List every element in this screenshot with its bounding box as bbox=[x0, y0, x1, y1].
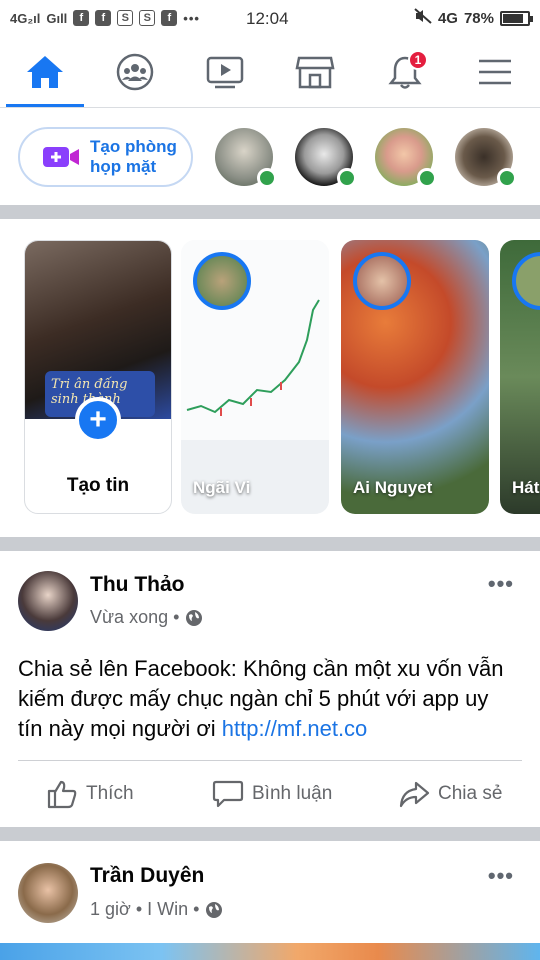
share-label: Chia sẻ bbox=[438, 783, 503, 804]
create-story-card[interactable]: Tri ân đấng sinh thành + Tạo tin bbox=[24, 240, 172, 514]
status-left: 4G₂ıl Gıll f f S S f ••• bbox=[10, 10, 200, 26]
create-room-button[interactable]: Tạo phòng họp mặt bbox=[18, 126, 193, 187]
avatar[interactable] bbox=[18, 863, 78, 923]
stories-tray: Tri ân đấng sinh thành + Tạo tin Ngãi Vi… bbox=[0, 219, 540, 537]
story-author-name: Ai Nguyet bbox=[353, 478, 433, 497]
feed-post: Trần Duyên 1 giờ • I Win • ••• bbox=[0, 841, 540, 943]
more-options-icon[interactable]: ••• bbox=[488, 571, 514, 597]
feed-post: Thu Thảo Vừa xong • ••• Chia sẻ lên Face… bbox=[0, 551, 540, 827]
globe-icon bbox=[206, 901, 223, 918]
online-indicator bbox=[337, 167, 357, 188]
comment-button[interactable]: Bình luận bbox=[212, 779, 332, 809]
top-navigation: 1 bbox=[0, 36, 540, 108]
tab-marketplace[interactable] bbox=[270, 36, 360, 107]
more-options-icon[interactable]: ••• bbox=[488, 863, 514, 889]
battery-icon bbox=[500, 10, 533, 26]
story-card[interactable]: Hát bbox=[500, 240, 540, 514]
story-author-name: Hát bbox=[512, 478, 540, 497]
notification-badge: 1 bbox=[408, 50, 428, 70]
create-story-image: Tri ân đấng sinh thành bbox=[25, 241, 171, 419]
create-story-label: Tạo tin bbox=[66, 475, 130, 496]
section-separator bbox=[0, 205, 540, 219]
s-app-icon: S bbox=[117, 10, 134, 26]
tab-menu[interactable] bbox=[450, 36, 540, 107]
story-author-avatar bbox=[193, 252, 251, 310]
post-text: Chia sẻ lên Facebook: Không cần một xu v… bbox=[18, 656, 504, 741]
status-bar: 4G₂ıl Gıll f f S S f ••• 12:04 4G 78% bbox=[0, 0, 540, 36]
globe-icon bbox=[186, 609, 203, 626]
post-meta: Vừa xong • bbox=[90, 607, 203, 628]
post-actions: Thích Bình luận Chia sẻ bbox=[0, 761, 540, 827]
comment-label: Bình luận bbox=[252, 783, 333, 804]
network-type: 4G bbox=[437, 9, 458, 27]
tab-watch[interactable] bbox=[180, 36, 270, 107]
battery-percent: 78% bbox=[463, 9, 494, 27]
home-icon bbox=[27, 55, 63, 88]
online-indicator bbox=[497, 167, 517, 188]
online-indicator bbox=[257, 167, 277, 188]
story-card[interactable]: Ai Nguyet bbox=[341, 240, 489, 514]
facebook-notification-icon: f bbox=[161, 10, 178, 26]
room-contact-avatar[interactable] bbox=[455, 127, 517, 188]
post-link[interactable]: http://mf.net.co bbox=[222, 716, 368, 741]
tab-notifications[interactable]: 1 bbox=[360, 36, 450, 107]
avatar[interactable] bbox=[18, 571, 78, 631]
post-author-name[interactable]: Trần Duyên bbox=[90, 864, 204, 888]
room-contact-avatar[interactable] bbox=[295, 127, 357, 188]
groups-icon bbox=[116, 53, 154, 90]
s-app-icon: S bbox=[139, 10, 156, 26]
like-label: Thích bbox=[86, 783, 134, 804]
thumbs-up-icon bbox=[47, 780, 77, 809]
video-icon bbox=[206, 56, 244, 88]
room-contact-avatar[interactable] bbox=[215, 127, 277, 188]
share-arrow-icon bbox=[399, 781, 430, 808]
signal-indicator: 4G₂ıl bbox=[10, 10, 41, 26]
facebook-notification-icon: f bbox=[73, 10, 90, 26]
hamburger-icon bbox=[479, 59, 511, 84]
post-author-name[interactable]: Thu Thảo bbox=[90, 573, 184, 597]
section-separator bbox=[0, 537, 540, 551]
room-contact-avatar[interactable] bbox=[375, 127, 437, 188]
signal-indicator-2: Gıll bbox=[46, 10, 68, 26]
add-story-icon[interactable]: + bbox=[75, 397, 121, 443]
status-time: 12:04 bbox=[246, 9, 289, 28]
post-timestamp[interactable]: 1 giờ • I Win • bbox=[90, 899, 199, 920]
post-image-preview bbox=[0, 943, 540, 960]
mute-icon bbox=[414, 8, 432, 28]
post-timestamp[interactable]: Vừa xong • bbox=[90, 607, 179, 628]
more-notifications-icon: ••• bbox=[183, 10, 200, 26]
battery-level bbox=[503, 13, 524, 23]
section-separator bbox=[0, 827, 540, 841]
online-indicator bbox=[417, 167, 437, 188]
tab-home[interactable] bbox=[0, 36, 90, 107]
video-camera-plus-icon bbox=[43, 146, 79, 167]
comment-icon bbox=[212, 780, 244, 808]
story-card[interactable]: Ngãi Vi bbox=[181, 240, 329, 514]
story-author-avatar bbox=[353, 252, 411, 310]
tab-groups[interactable] bbox=[90, 36, 180, 107]
create-room-label: Tạo phòng họp mặt bbox=[90, 136, 177, 176]
rooms-row: Tạo phòng họp mặt bbox=[0, 108, 540, 205]
marketplace-icon bbox=[295, 56, 335, 88]
story-author-name: Ngãi Vi bbox=[193, 478, 251, 497]
post-meta: 1 giờ • I Win • bbox=[90, 899, 223, 920]
status-right: 4G 78% bbox=[414, 8, 533, 28]
story-author-avatar bbox=[512, 252, 540, 310]
like-button[interactable]: Thích bbox=[46, 779, 134, 809]
share-button[interactable]: Chia sẻ bbox=[398, 779, 502, 809]
facebook-notification-icon: f bbox=[95, 10, 112, 26]
